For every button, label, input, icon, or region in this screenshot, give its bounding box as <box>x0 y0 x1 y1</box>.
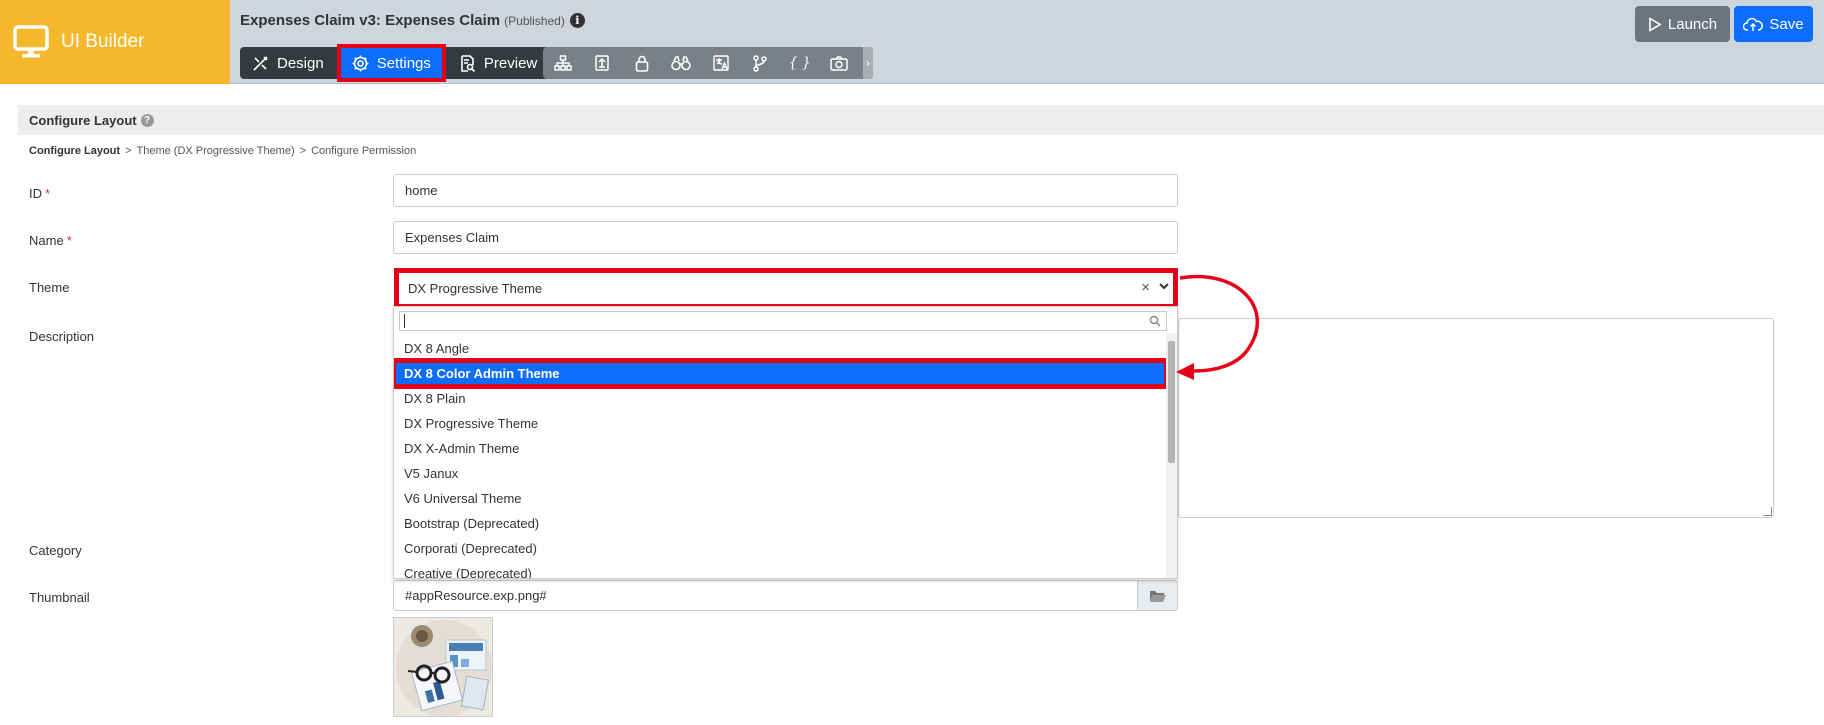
expenses-photo <box>394 618 492 716</box>
app-name: Expenses Claim v3: Expenses Claim <box>240 12 501 29</box>
annotation-arrow <box>1176 274 1259 380</box>
name-label-text: Name <box>29 233 64 248</box>
properties-icon[interactable] <box>583 47 623 79</box>
dropdown-options: DX 8 Angle DX 8 Color Admin Theme DX 8 P… <box>394 336 1169 578</box>
top-header: UI Builder Expenses Claim v3: Expenses C… <box>0 0 1824 84</box>
sitemap-icon[interactable] <box>543 47 583 79</box>
id-label: ID * <box>29 186 50 201</box>
builder-nav: Design Settings Preview <box>240 44 550 82</box>
dropdown-option[interactable]: Corporati (Deprecated) <box>394 536 1164 561</box>
breadcrumb-item[interactable]: Theme (DX Progressive Theme) <box>137 145 295 157</box>
breadcrumb-item[interactable]: Configure Permission <box>311 145 416 157</box>
design-button[interactable]: Design <box>240 47 336 79</box>
info-icon[interactable]: i <box>569 13 585 28</box>
text-caret <box>404 314 405 328</box>
save-label: Save <box>1769 15 1804 33</box>
launch-label: Launch <box>1667 15 1718 33</box>
dropdown-option[interactable]: Creative (Deprecated) <box>394 561 1164 578</box>
design-label: Design <box>277 54 324 72</box>
app-status: (Published) <box>504 14 565 28</box>
theme-select[interactable]: DX Progressive Theme × <box>394 268 1178 309</box>
dropdown-option[interactable]: V5 Janux <box>394 461 1164 486</box>
theme-label: Theme <box>29 280 70 295</box>
lock-icon[interactable] <box>622 47 662 79</box>
category-label: Category <box>29 543 82 558</box>
breadcrumb-item[interactable]: Configure Layout <box>29 145 120 157</box>
camera-icon[interactable] <box>820 47 860 79</box>
dropdown-option[interactable]: DX X-Admin Theme <box>394 436 1164 461</box>
breadcrumb: Configure Layout > Theme (DX Progressive T… <box>29 145 416 157</box>
breadcrumb-separator: > <box>125 145 132 157</box>
name-label: Name * <box>29 233 72 248</box>
brand[interactable]: UI Builder <box>0 0 230 84</box>
gear-icon <box>352 55 369 71</box>
save-button[interactable]: Save <box>1734 6 1813 42</box>
browse-button[interactable] <box>1137 580 1178 611</box>
name-field[interactable]: Expenses Claim <box>393 221 1178 254</box>
breadcrumb-separator: > <box>299 145 307 157</box>
json-icon[interactable]: { } <box>780 47 820 79</box>
thumbnail-field[interactable]: #appResource.exp.png# <box>393 580 1138 611</box>
id-field[interactable]: home <box>393 174 1178 207</box>
dropdown-option[interactable]: Bootstrap (Deprecated) <box>394 511 1164 536</box>
dropdown-option[interactable]: DX Progressive Theme <box>394 411 1164 436</box>
clear-icon[interactable]: × <box>1141 279 1150 296</box>
dropdown-option-highlighted[interactable]: DX 8 Color Admin Theme <box>394 358 1169 389</box>
theme-selected-value: DX Progressive Theme <box>408 281 543 296</box>
help-icon[interactable]: ? <box>140 113 154 127</box>
settings-button[interactable]: Settings <box>336 44 446 82</box>
tools-scroll-chevron[interactable]: › <box>863 47 873 79</box>
dropdown-option[interactable]: DX 8 Plain <box>394 386 1164 411</box>
preview-icon <box>461 54 475 72</box>
brand-name: UI Builder <box>61 31 145 52</box>
id-label-text: ID <box>29 186 42 201</box>
dropdown-option[interactable]: DX 8 Angle <box>394 336 1164 361</box>
binoculars-icon[interactable] <box>662 47 702 79</box>
folder-open-icon <box>1149 590 1166 602</box>
branch-icon[interactable] <box>741 47 781 79</box>
thumbnail-preview <box>393 617 493 717</box>
section-header: Configure Layout ? <box>18 105 1824 135</box>
play-icon <box>1649 16 1662 32</box>
required-mark: * <box>45 186 51 201</box>
builder-tools: { } <box>543 47 873 79</box>
monitor-icon <box>13 25 49 58</box>
json-glyph: { } <box>788 55 811 71</box>
thumbnail-label: Thumbnail <box>29 590 90 605</box>
preview-button[interactable]: Preview <box>447 47 549 79</box>
dropdown-search-input[interactable] <box>399 311 1167 331</box>
section-title: Configure Layout <box>29 112 137 128</box>
dropdown-option[interactable]: V6 Universal Theme <box>394 486 1164 511</box>
translate-icon[interactable] <box>701 47 741 79</box>
app-title: Expenses Claim v3: Expenses Claim (Publis… <box>240 12 585 29</box>
cloud-upload-icon <box>1743 17 1764 31</box>
preview-label: Preview <box>483 54 538 72</box>
settings-label: Settings <box>376 54 431 72</box>
description-label: Description <box>29 329 95 344</box>
design-tools-icon <box>253 55 268 71</box>
launch-button[interactable]: Launch <box>1635 6 1730 42</box>
search-icon <box>1149 315 1161 327</box>
required-mark: * <box>66 233 72 248</box>
resize-handle[interactable] <box>1763 507 1772 516</box>
theme-dropdown: DX 8 Angle DX 8 Color Admin Theme DX 8 P… <box>393 306 1178 579</box>
